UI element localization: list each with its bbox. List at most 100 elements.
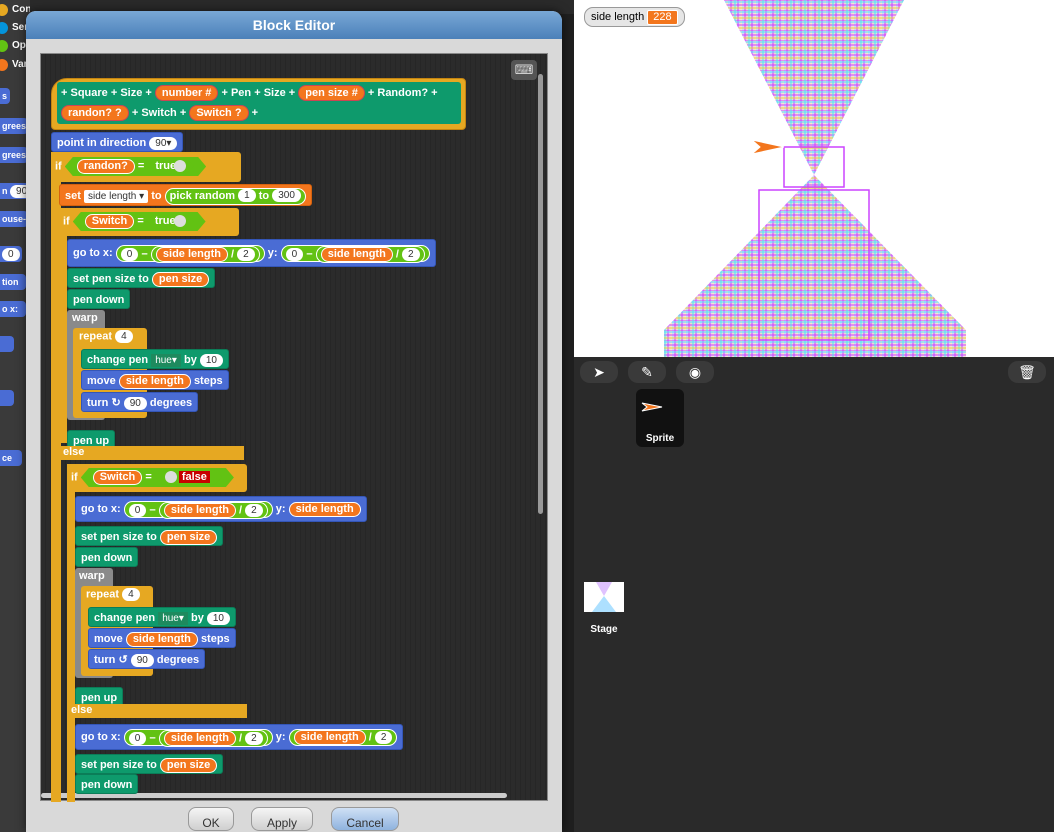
repeat-count-slot[interactable]: 4: [122, 588, 140, 601]
false-toggle[interactable]: false: [155, 470, 222, 485]
pen-down-block[interactable]: pen down: [75, 774, 139, 794]
palette-block[interactable]: 0: [0, 246, 22, 262]
ok-button[interactable]: OK: [188, 807, 234, 831]
sprite-tile[interactable]: Sprite: [636, 389, 684, 447]
divide-reporter[interactable]: side length / 2: [158, 729, 268, 747]
var-reporter[interactable]: side length: [288, 501, 361, 517]
change-pen-block[interactable]: change pen hue▾ by 10: [81, 349, 229, 369]
random-max-slot[interactable]: 300: [272, 189, 301, 203]
var-reporter[interactable]: Switch: [85, 214, 134, 229]
variable-dropdown[interactable]: side length ▾: [83, 189, 149, 203]
palette-block[interactable]: s: [0, 88, 10, 104]
stage[interactable]: side length 228: [574, 0, 1054, 357]
go-to-xy-block[interactable]: go to x: 0 − side length / 2 y: 0 − side…: [67, 239, 436, 267]
divide-reporter[interactable]: side length / 2: [158, 501, 268, 519]
number-slot[interactable]: 0: [285, 247, 304, 261]
minus-reporter[interactable]: 0 − side length / 2: [123, 500, 273, 519]
turn-degrees-slot[interactable]: 90: [130, 653, 154, 667]
palette-block[interactable]: [0, 336, 14, 352]
palette-block[interactable]: [0, 390, 14, 406]
palette-block[interactable]: ouse-: [0, 211, 28, 227]
minus-reporter[interactable]: 0 − side length / 2: [280, 244, 430, 263]
pen-property-dropdown[interactable]: hue▾: [158, 611, 188, 625]
var-reporter[interactable]: side length: [155, 246, 228, 262]
set-pen-size-block[interactable]: set pen size to pen size: [67, 268, 216, 288]
number-slot[interactable]: 2: [402, 247, 420, 261]
var-reporter[interactable]: randon?: [77, 159, 135, 174]
number-slot[interactable]: 0: [128, 731, 147, 745]
keyboard-icon[interactable]: ⌨: [511, 60, 537, 80]
var-reporter[interactable]: side length: [293, 729, 366, 745]
number-slot[interactable]: 0: [128, 503, 147, 517]
pick-random-reporter[interactable]: pick random 1 to 300: [164, 187, 306, 205]
go-to-xy-block[interactable]: go to x: 0 − side length / 2 y: side len…: [75, 496, 367, 522]
divide-reporter[interactable]: side length / 2: [150, 245, 260, 263]
set-variable-block[interactable]: set side length ▾ to pick random 1 to 30…: [59, 184, 312, 206]
cancel-button[interactable]: Cancel: [331, 807, 399, 831]
proto-input[interactable]: pen size #: [298, 85, 365, 102]
dialog-title[interactable]: Block Editor: [26, 11, 562, 39]
var-reporter[interactable]: pen size: [159, 529, 218, 545]
pen-down-block[interactable]: pen down: [67, 289, 131, 309]
proto-input[interactable]: number #: [154, 85, 219, 102]
change-amount-slot[interactable]: 10: [199, 353, 223, 367]
number-slot[interactable]: 2: [237, 247, 255, 261]
direction-slot[interactable]: 90▾: [149, 136, 178, 150]
equals-predicate[interactable]: Switch = false: [81, 468, 234, 487]
sprite-arrow-icon[interactable]: [751, 139, 785, 155]
equals-predicate[interactable]: randon? = true: [65, 157, 206, 176]
move-block[interactable]: move side length steps: [81, 370, 229, 390]
true-toggle[interactable]: true: [147, 159, 194, 174]
var-reporter[interactable]: side length: [163, 502, 236, 518]
var-reporter[interactable]: side length: [320, 246, 393, 262]
palette-block[interactable]: tion: [0, 274, 26, 290]
number-slot[interactable]: 2: [245, 503, 263, 517]
number-slot[interactable]: 2: [245, 731, 263, 745]
pen-property-dropdown[interactable]: hue▾: [151, 353, 181, 367]
set-pen-size-block[interactable]: set pen size to pen size: [75, 526, 224, 546]
pen-down-block[interactable]: pen down: [75, 547, 139, 567]
var-reporter[interactable]: pen size: [159, 757, 218, 773]
change-amount-slot[interactable]: 10: [206, 611, 230, 625]
true-toggle[interactable]: true: [147, 214, 194, 229]
minus-reporter[interactable]: 0 − side length / 2: [123, 728, 273, 747]
camera-icon[interactable]: ◉: [676, 361, 714, 383]
divide-reporter[interactable]: side length / 2: [315, 245, 425, 263]
proto-input[interactable]: Switch ?: [189, 105, 249, 122]
var-reporter[interactable]: Switch: [93, 470, 142, 485]
number-slot[interactable]: 2: [374, 730, 393, 744]
brush-icon[interactable]: ✎: [628, 361, 666, 383]
script-area[interactable]: ⌨ + Square + Size + number # + Pen + Siz…: [40, 53, 548, 802]
repeat-count-slot[interactable]: 4: [115, 330, 133, 343]
point-in-direction-block[interactable]: point in direction 90▾: [51, 132, 184, 152]
palette-block[interactable]: grees: [0, 147, 28, 163]
divide-reporter[interactable]: side length / 2: [288, 728, 398, 746]
equals-predicate[interactable]: Switch = true: [73, 212, 206, 231]
move-block[interactable]: move side length steps: [88, 628, 236, 648]
vertical-scrollbar[interactable]: [538, 74, 543, 514]
palette-block[interactable]: ce: [0, 450, 22, 466]
block-editor-dialog[interactable]: Block Editor ⌨ + Square + Size + number …: [26, 11, 562, 832]
minus-reporter[interactable]: 0 − side length / 2: [115, 244, 265, 263]
apply-button[interactable]: Apply: [251, 807, 313, 831]
stage-thumbnail[interactable]: [584, 582, 624, 612]
arrow-icon[interactable]: ➤: [580, 361, 618, 383]
turn-counterclockwise-block[interactable]: turn ↺ 90 degrees: [88, 649, 206, 669]
var-reporter[interactable]: side length: [118, 373, 191, 389]
variable-watcher[interactable]: side length 228: [584, 7, 685, 27]
number-slot[interactable]: 0: [120, 247, 139, 261]
var-reporter[interactable]: side length: [125, 631, 198, 647]
var-reporter[interactable]: side length: [163, 730, 236, 746]
set-pen-size-block[interactable]: set pen size to pen size: [75, 754, 224, 774]
change-pen-block[interactable]: change pen hue▾ by 10: [88, 607, 236, 627]
sprite-corral[interactable]: Sprite Stage: [574, 387, 1054, 832]
turn-clockwise-block[interactable]: turn ↻ 90 degrees: [81, 392, 199, 412]
turn-degrees-slot[interactable]: 90: [123, 396, 147, 410]
trash-icon[interactable]: 🗑: [1008, 361, 1046, 383]
palette-block[interactable]: grees: [0, 118, 28, 134]
proto-input[interactable]: randon? ?: [61, 105, 129, 122]
random-min-slot[interactable]: 1: [238, 189, 256, 203]
palette-block[interactable]: o x:: [0, 301, 26, 317]
go-to-xy-block[interactable]: go to x: 0 − side length / 2 y: side len…: [75, 724, 404, 750]
var-reporter[interactable]: pen size: [151, 271, 210, 287]
